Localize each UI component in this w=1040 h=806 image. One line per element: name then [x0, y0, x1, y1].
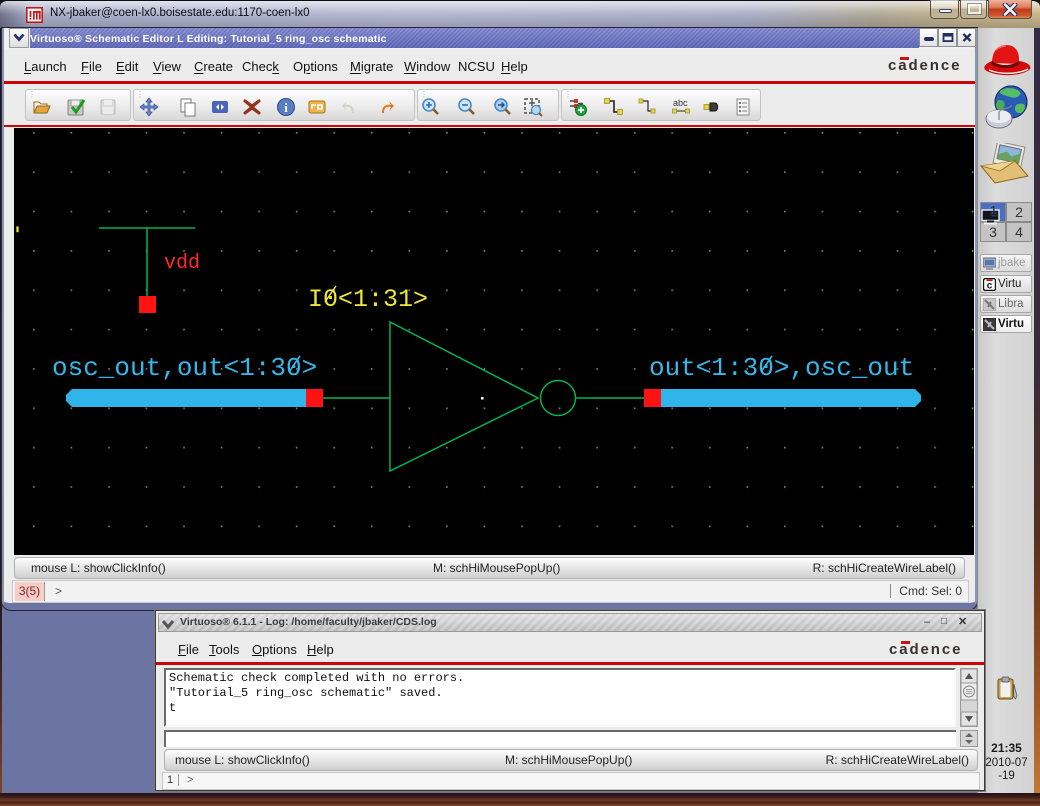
svg-text:osc_out,out<1:30>: osc_out,out<1:30>: [52, 353, 317, 383]
svg-text:abc: abc: [673, 98, 688, 108]
svg-text:out<1:30>,osc_out: out<1:30>,osc_out: [649, 353, 914, 383]
svg-text:vdd: vdd: [164, 252, 200, 275]
svg-text:i: i: [284, 100, 288, 115]
svg-text:c: c: [987, 281, 993, 292]
